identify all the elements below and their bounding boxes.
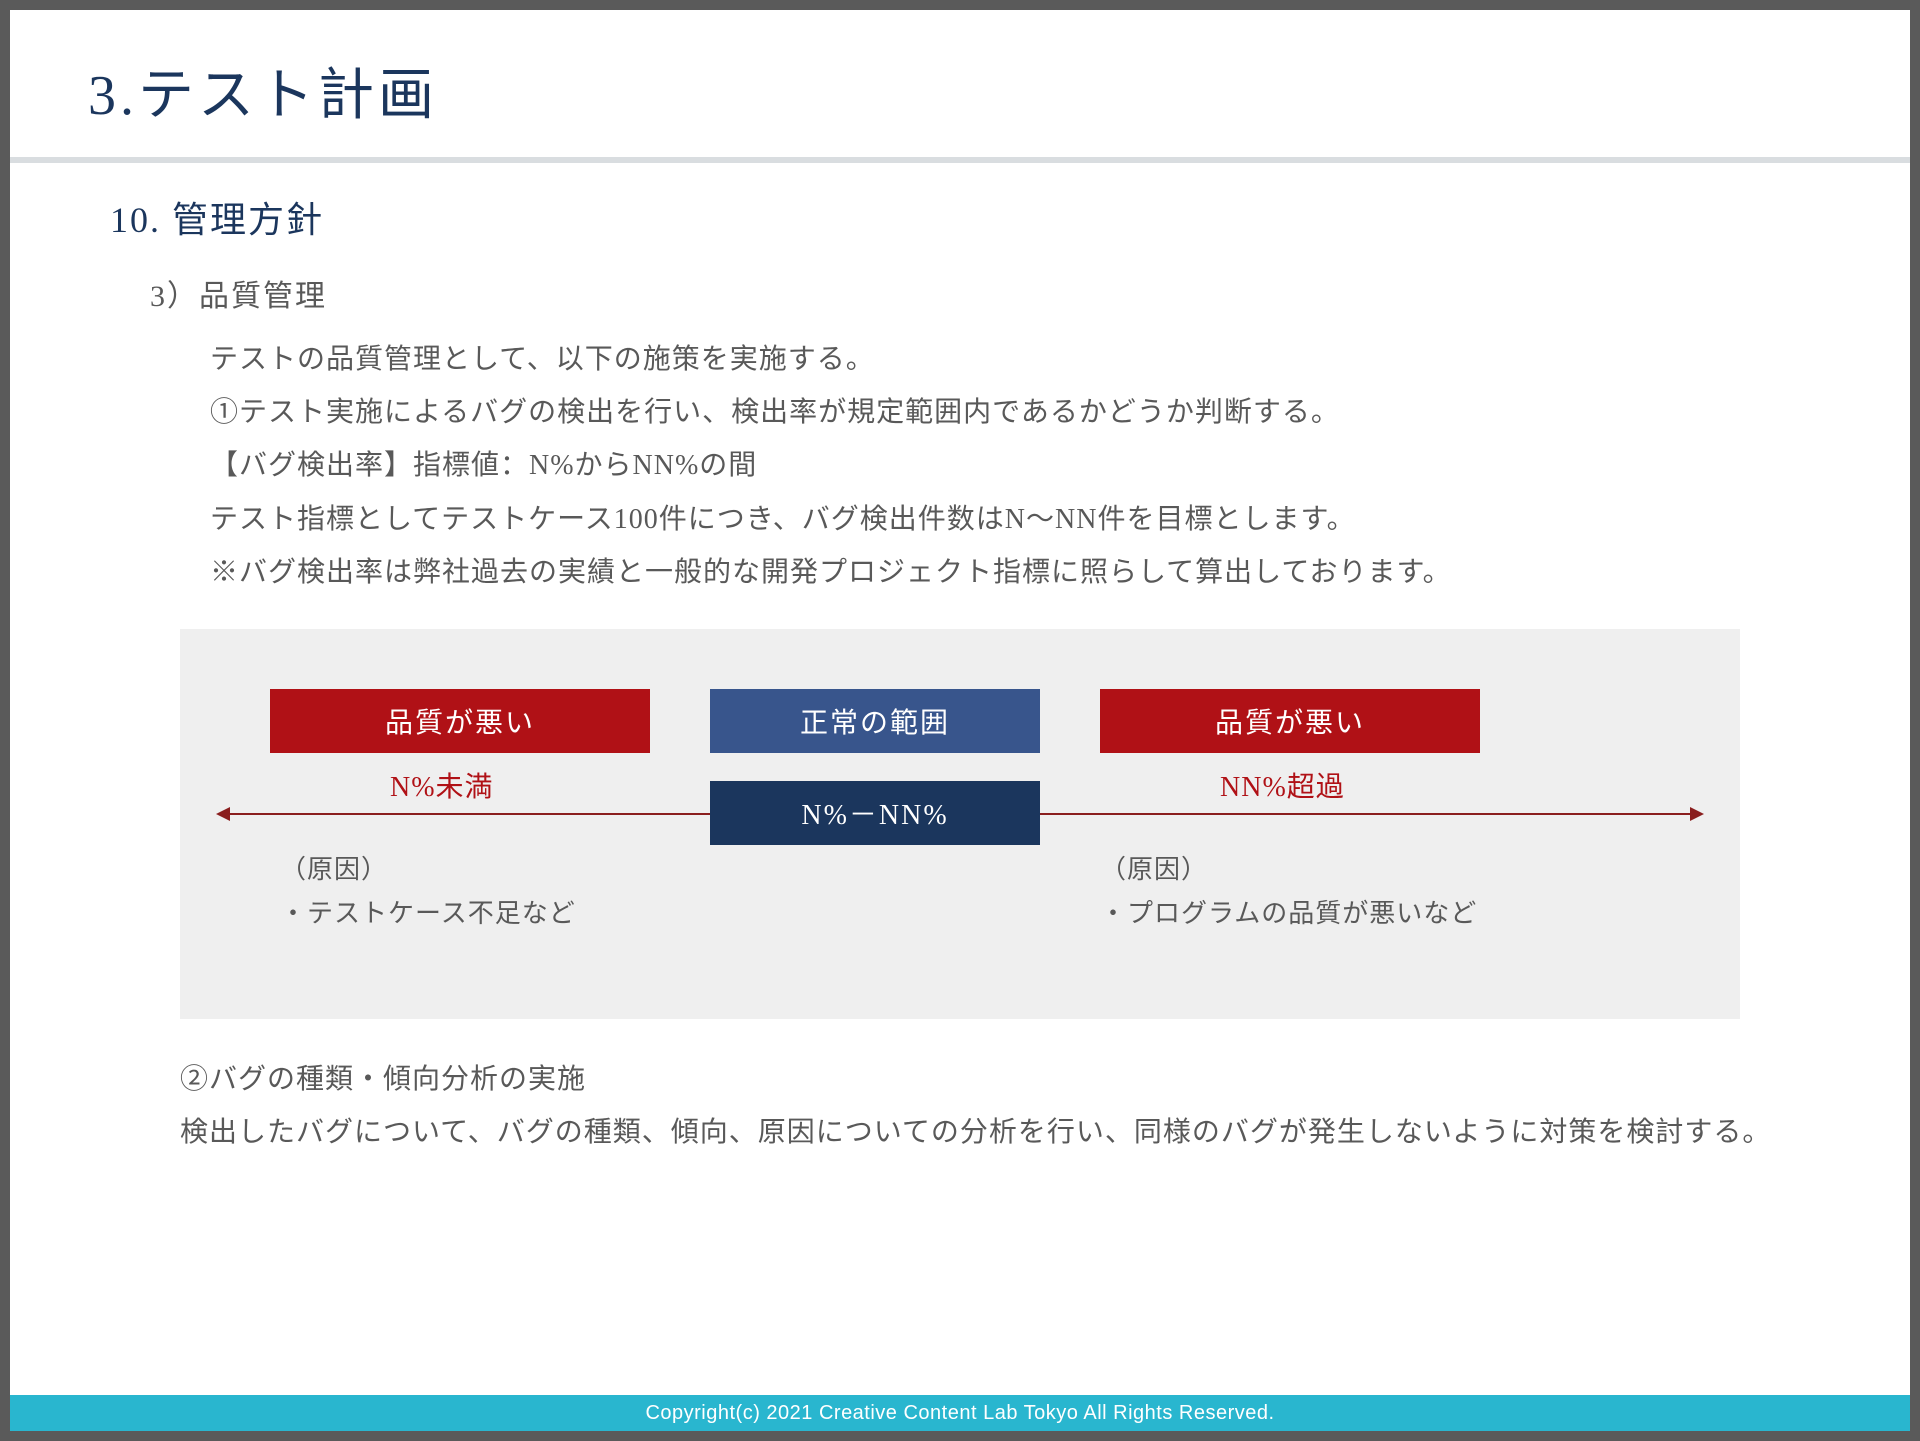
center-range-box: N%－NN% [710,781,1040,845]
body-line-4: テスト指標としてテストケース100件につき、バグ検出件数はN～NN件を目標としま… [210,493,1820,546]
body-paragraph-1: テストの品質管理として、以下の施策を実施する。 ①テスト実施によるバグの検出を行… [10,315,1910,599]
page-title: 3.テスト計画 [10,10,1910,151]
quality-range-chart: 品質が悪い 正常の範囲 品質が悪い N%未満 NN%超過 N%－NN% （原因）… [180,629,1740,1019]
body-line-2: ①テスト実施によるバグの検出を行い、検出率が規定範囲内であるかどうか判断する。 [210,386,1820,439]
left-cause-title: （原因） [280,849,388,886]
left-range-label: N%未満 [390,765,494,805]
slide-inner: 3.テスト計画 10. 管理方針 3）品質管理 テストの品質管理として、以下の施… [10,10,1910,1431]
section-label: 3）品質管理 [10,243,1910,315]
center-quality-box: 正常の範囲 [710,689,1040,753]
footer-copyright: Copyright(c) 2021 Creative Content Lab T… [10,1395,1910,1431]
slide: 3.テスト計画 10. 管理方針 3）品質管理 テストの品質管理として、以下の施… [0,0,1920,1441]
right-cause-title: （原因） [1100,849,1208,886]
body-paragraph-2: ②バグの種類・傾向分析の実施 検出したバグについて、バグの種類、傾向、原因につい… [10,1019,1910,1159]
left-cause-text: ・テストケース不足など [280,893,576,930]
body-line-3: 【バグ検出率】指標値：N%からNN%の間 [210,439,1820,492]
left-quality-box: 品質が悪い [270,689,650,753]
body-line-1: テストの品質管理として、以下の施策を実施する。 [210,333,1820,386]
right-range-label: NN%超過 [1220,765,1345,805]
right-quality-box: 品質が悪い [1100,689,1480,753]
body2-line-1: ②バグの種類・傾向分析の実施 [180,1053,1820,1106]
right-cause-text: ・プログラムの品質が悪いなど [1100,893,1477,930]
body2-line-2: 検出したバグについて、バグの種類、傾向、原因についての分析を行い、同様のバグが発… [180,1106,1820,1159]
subtitle: 10. 管理方針 [10,163,1910,243]
body-line-5: ※バグ検出率は弊社過去の実績と一般的な開発プロジェクト指標に照らして算出しており… [210,546,1820,599]
